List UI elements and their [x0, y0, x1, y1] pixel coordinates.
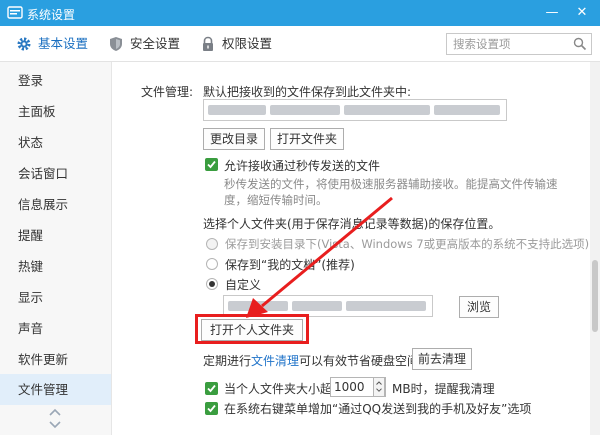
- title-bar: 系统设置 — ✕: [0, 0, 600, 26]
- tab-label: 基本设置: [38, 36, 89, 51]
- default-save-label: 默认把接收到的文件保存到此文件夹中:: [203, 85, 412, 99]
- sidebar-item-hotkeys[interactable]: 热键: [0, 251, 111, 282]
- size-warning-checkbox[interactable]: [205, 382, 218, 395]
- personal-folder-prompt: 选择个人文件夹(用于保存消息记录等数据)的保存位置。: [203, 217, 501, 231]
- checkmark-icon: [207, 384, 216, 393]
- sidebar-item-display[interactable]: 显示: [0, 282, 111, 313]
- allow-instant-checkbox[interactable]: [205, 158, 218, 171]
- tab-security-settings[interactable]: 安全设置: [108, 26, 180, 62]
- size-warning-prefix: 当个人文件夹大小超过: [224, 382, 345, 396]
- sidebar-item-main-panel[interactable]: 主面板: [0, 96, 111, 127]
- allow-instant-label: 允许接收通过秒传发送的文件: [224, 159, 381, 173]
- checkmark-icon: [207, 404, 216, 413]
- radio-my-documents[interactable]: [206, 258, 218, 270]
- sidebar: 登录 主面板 状态 会话窗口 信息展示 提醒 热键 显示 声音 软件更新 文件管…: [0, 62, 112, 435]
- browse-button[interactable]: 浏览: [459, 296, 499, 318]
- size-threshold-stepper[interactable]: [373, 377, 385, 397]
- tab-label: 安全设置: [130, 36, 181, 51]
- chevron-up-icon[interactable]: [48, 407, 62, 417]
- sidebar-item-chat-window[interactable]: 会话窗口: [0, 158, 111, 189]
- window-title: 系统设置: [27, 8, 76, 22]
- shield-icon: [110, 37, 122, 51]
- search-box[interactable]: [446, 33, 592, 55]
- allow-instant-description: 秒传发送的文件，将使用极速服务器辅助接收。能提高文件传输速: [224, 177, 558, 191]
- minimize-button[interactable]: —: [538, 0, 566, 26]
- stepper-arrows-icon: [376, 381, 382, 392]
- search-input[interactable]: [447, 34, 567, 54]
- allow-instant-description-cont: 度，缩短传输时间。: [224, 193, 328, 207]
- sidebar-item-software-update[interactable]: 软件更新: [0, 344, 111, 375]
- section-label-file-management: 文件管理:: [141, 85, 194, 99]
- lock-icon: [203, 36, 213, 51]
- sidebar-item-reminder[interactable]: 提醒: [0, 220, 111, 251]
- default-save-path-field[interactable]: [203, 99, 507, 121]
- open-folder-button[interactable]: 打开文件夹: [270, 128, 344, 150]
- app-logo-icon: [7, 6, 23, 19]
- radio-install-dir-label: 保存到安装目录下(Vista、Windows 7或更高版本的系统不支持此选项): [225, 237, 590, 251]
- sidebar-item-sound[interactable]: 声音: [0, 313, 111, 344]
- scrollbar-track[interactable]: [590, 62, 600, 435]
- radio-custom-label: 自定义: [225, 278, 262, 292]
- checkmark-icon: [207, 160, 216, 169]
- change-directory-button[interactable]: 更改目录: [203, 128, 265, 150]
- context-menu-label: 在系统右键菜单增加“通过QQ发送到我的手机及好友”选项: [224, 402, 532, 416]
- radio-my-documents-label: 保存到“我的文档”(推荐): [225, 258, 355, 272]
- chevron-down-icon[interactable]: [48, 420, 62, 430]
- settings-toolbar: 基本设置 安全设置 权限设置: [0, 26, 600, 62]
- sidebar-item-status[interactable]: 状态: [0, 127, 111, 158]
- size-warning-suffix: MB时，提醒我清理: [392, 382, 495, 396]
- cleanup-prefix: 定期进行: [203, 354, 252, 368]
- close-button[interactable]: ✕: [568, 0, 596, 26]
- tab-basic-settings[interactable]: 基本设置: [16, 26, 88, 62]
- sidebar-item-login[interactable]: 登录: [0, 65, 111, 96]
- sidebar-item-info-display[interactable]: 信息展示: [0, 189, 111, 220]
- tab-permission-settings[interactable]: 权限设置: [200, 26, 272, 62]
- gear-icon: [17, 37, 31, 51]
- search-icon[interactable]: [573, 37, 587, 51]
- radio-custom[interactable]: [206, 278, 218, 290]
- scrollbar-thumb[interactable]: [592, 260, 598, 332]
- radio-install-dir: [206, 238, 218, 250]
- file-cleanup-link[interactable]: 文件清理: [251, 354, 299, 368]
- go-cleanup-button[interactable]: 前去清理: [412, 348, 472, 370]
- cleanup-text: 定期进行文件清理可以有效节省硬盘空间。: [203, 352, 431, 369]
- context-menu-checkbox[interactable]: [205, 402, 218, 415]
- annotation-highlight-box: [195, 314, 309, 344]
- tab-label: 权限设置: [222, 36, 273, 51]
- sidebar-item-file-management[interactable]: 文件管理: [0, 374, 111, 405]
